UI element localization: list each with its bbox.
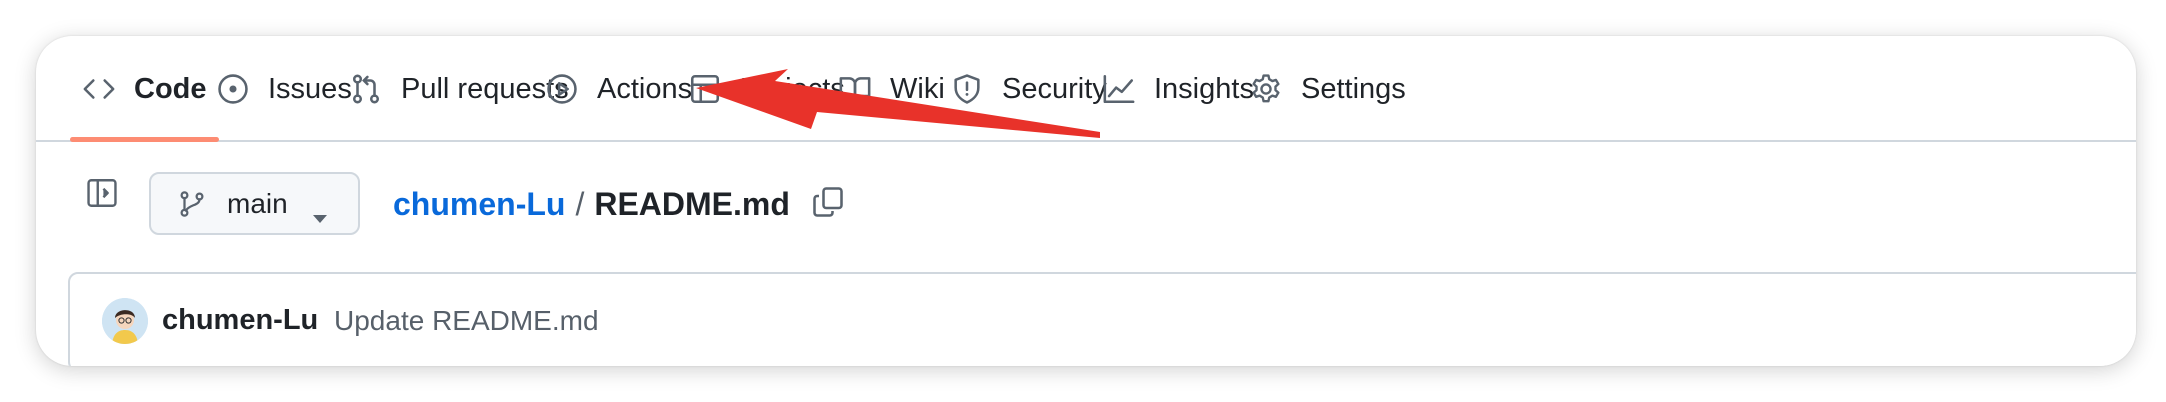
tab-code[interactable]: Code (82, 36, 207, 142)
breadcrumb: chumen-Lu / README.md (393, 186, 790, 223)
gear-icon (1249, 72, 1283, 106)
tab-insights[interactable]: Insights (1102, 36, 1254, 142)
latest-commit-bar: chumen-Lu Update README.md (68, 272, 2136, 366)
repo-nav: Code Issues Pull requests Actions Projec… (36, 36, 2136, 142)
tab-wiki-label: Wiki (890, 72, 945, 105)
commit-message-link[interactable]: Update README.md (334, 305, 599, 337)
book-icon (838, 72, 872, 106)
breadcrumb-separator: / (575, 186, 585, 222)
branch-select-button[interactable]: main (149, 172, 360, 235)
tab-issues[interactable]: Issues (216, 36, 352, 142)
code-icon (82, 72, 116, 106)
shield-icon (950, 72, 984, 106)
tab-security-label: Security (1002, 72, 1107, 105)
tab-pull-requests[interactable]: Pull requests (349, 36, 569, 142)
tab-settings[interactable]: Settings (1249, 36, 1406, 142)
tab-actions-label: Actions (597, 72, 693, 105)
tab-issues-label: Issues (268, 72, 352, 105)
breadcrumb-repo-link[interactable]: chumen-Lu (393, 186, 565, 223)
commit-author-link[interactable]: chumen-Lu (162, 304, 318, 337)
tab-actions[interactable]: Actions (545, 36, 692, 142)
sidebar-expand-icon (85, 176, 119, 215)
tab-security[interactable]: Security (950, 36, 1107, 142)
play-icon (545, 72, 579, 106)
repo-file-view: Code Issues Pull requests Actions Projec… (36, 36, 2136, 366)
chevron-down-icon (312, 199, 328, 223)
sidebar-expand-button[interactable] (82, 175, 122, 215)
tab-wiki[interactable]: Wiki (838, 36, 945, 142)
tab-pull-requests-label: Pull requests (401, 72, 569, 105)
tab-projects-label: Projects (740, 72, 845, 105)
breadcrumb-file-name: README.md (594, 186, 790, 222)
git-pull-request-icon (349, 72, 383, 106)
table-icon (688, 72, 722, 106)
copy-path-button[interactable] (810, 184, 848, 222)
git-branch-icon (177, 189, 207, 219)
tab-insights-label: Insights (1154, 72, 1254, 105)
issue-opened-icon (216, 72, 250, 106)
tab-code-label: Code (134, 72, 207, 105)
tab-projects[interactable]: Projects (688, 36, 845, 142)
tab-settings-label: Settings (1301, 72, 1406, 105)
graph-icon (1102, 72, 1136, 106)
branch-name: main (227, 187, 288, 219)
file-header: main chumen-Lu / README.md (36, 142, 2136, 292)
avatar[interactable] (102, 298, 148, 344)
copy-icon (810, 184, 848, 220)
